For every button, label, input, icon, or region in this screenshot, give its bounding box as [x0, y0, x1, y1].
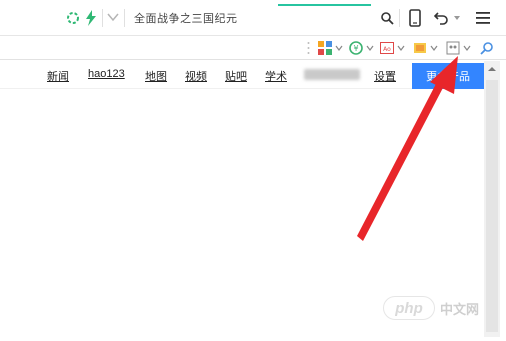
nav-link-news[interactable]: 新闻 — [47, 68, 69, 84]
toolbar-divider — [102, 9, 103, 27]
nav-link-tieba[interactable]: 贴吧 — [225, 68, 247, 84]
blurred-username[interactable] — [304, 69, 360, 80]
svg-text:¥: ¥ — [353, 44, 358, 53]
more-products-button[interactable]: 更多产品 — [412, 63, 484, 89]
more-extensions-icon[interactable] — [307, 41, 310, 55]
toolbar-divider — [399, 9, 400, 27]
phone-icon[interactable] — [409, 9, 421, 27]
toolbar-divider — [124, 9, 125, 27]
search-icon[interactable] — [380, 11, 394, 25]
chevron-down-icon[interactable] — [453, 14, 461, 22]
zoom-icon[interactable] — [480, 40, 494, 56]
browser-window: 全面战争之三国纪元 ¥ Ao 新闻 hao123 地图 视频 贴吧 学术 设置 … — [0, 0, 506, 341]
page-loading-indicator — [278, 4, 371, 6]
nav-link-settings[interactable]: 设置 — [374, 68, 396, 84]
nav-link-map[interactable]: 地图 — [145, 68, 167, 84]
svg-text:Ao: Ao — [383, 46, 391, 53]
extension-bar: ¥ Ao — [0, 36, 506, 60]
app-grid-icon[interactable] — [318, 40, 343, 56]
address-bar-search-text[interactable]: 全面战争之三国纪元 — [134, 10, 238, 26]
nav-link-video[interactable]: 视频 — [185, 68, 207, 84]
php-logo: php — [383, 296, 435, 320]
top-nav: 新闻 hao123 地图 视频 贴吧 学术 设置 更多产品 — [0, 61, 484, 89]
nav-link-hao123[interactable]: hao123 — [88, 68, 125, 80]
shield-icon[interactable]: ¥ — [349, 40, 374, 56]
browser-toolbar: 全面战争之三国纪元 — [0, 0, 506, 36]
refresh-icon[interactable] — [66, 11, 80, 25]
bolt-icon[interactable] — [84, 10, 98, 26]
translate-icon[interactable]: Ao — [380, 40, 405, 56]
nav-link-xueshu[interactable]: 学术 — [265, 68, 287, 84]
undo-icon[interactable] — [434, 10, 450, 26]
watermark: php 中文网 — [383, 294, 495, 322]
chevron-down-icon[interactable] — [106, 10, 120, 24]
watermark-text: 中文网 — [440, 301, 480, 317]
menu-icon[interactable] — [475, 11, 491, 25]
scroll-up-arrow-icon[interactable] — [487, 64, 497, 74]
ext-icon[interactable] — [446, 40, 471, 56]
screenshot-icon[interactable] — [413, 40, 438, 56]
